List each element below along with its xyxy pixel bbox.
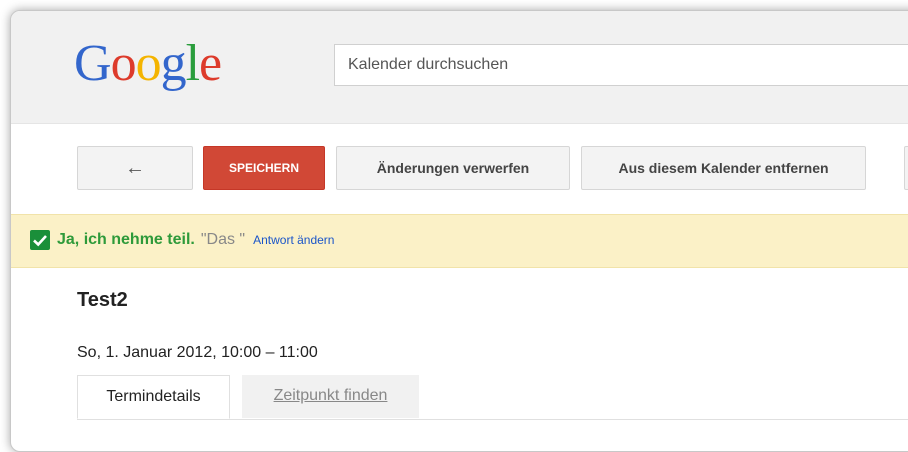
tab-find-time[interactable]: Zeitpunkt finden <box>242 375 419 418</box>
logo-letter: o <box>135 35 162 92</box>
calendar-search-input[interactable] <box>334 44 908 86</box>
discard-changes-button[interactable]: Änderungen verwerfen <box>336 146 570 190</box>
rsvp-status: Ja, ich nehme teil. <box>57 231 195 248</box>
change-response-link[interactable]: Antwort ändern <box>253 233 334 247</box>
logo-letter: e <box>199 35 222 92</box>
calendar-window: Google ← SPEICHERN Änderungen verwerfen … <box>10 10 908 452</box>
event-toolbar: ← SPEICHERN Änderungen verwerfen Aus die… <box>11 146 908 190</box>
save-button[interactable]: SPEICHERN <box>203 146 325 190</box>
rsvp-text: Ja, ich nehme teil. "Das " Antwort ändern <box>57 231 334 249</box>
header-bar: Google <box>11 11 908 124</box>
logo-letter: o <box>110 35 137 92</box>
google-logo[interactable]: Google <box>74 34 222 94</box>
tab-event-details[interactable]: Termindetails <box>77 375 230 419</box>
logo-letter: l <box>185 35 200 92</box>
back-button[interactable]: ← <box>77 146 193 190</box>
logo-letter: g <box>160 35 187 92</box>
back-arrow-icon: ← <box>125 157 145 179</box>
event-tabs: Termindetails Zeitpunkt finden <box>77 375 908 420</box>
logo-letter: G <box>74 35 112 92</box>
event-datetime: So, 1. Januar 2012, 10:00 – 11:00 <box>77 344 318 361</box>
rsvp-quote: "Das " <box>200 231 246 248</box>
event-title: Test2 <box>77 289 128 311</box>
rsvp-banner: Ja, ich nehme teil. "Das " Antwort ändern <box>11 214 908 268</box>
checkmark-icon <box>30 230 50 250</box>
remove-from-calendar-button[interactable]: Aus diesem Kalender entfernen <box>581 146 866 190</box>
more-actions-button[interactable] <box>904 146 908 190</box>
